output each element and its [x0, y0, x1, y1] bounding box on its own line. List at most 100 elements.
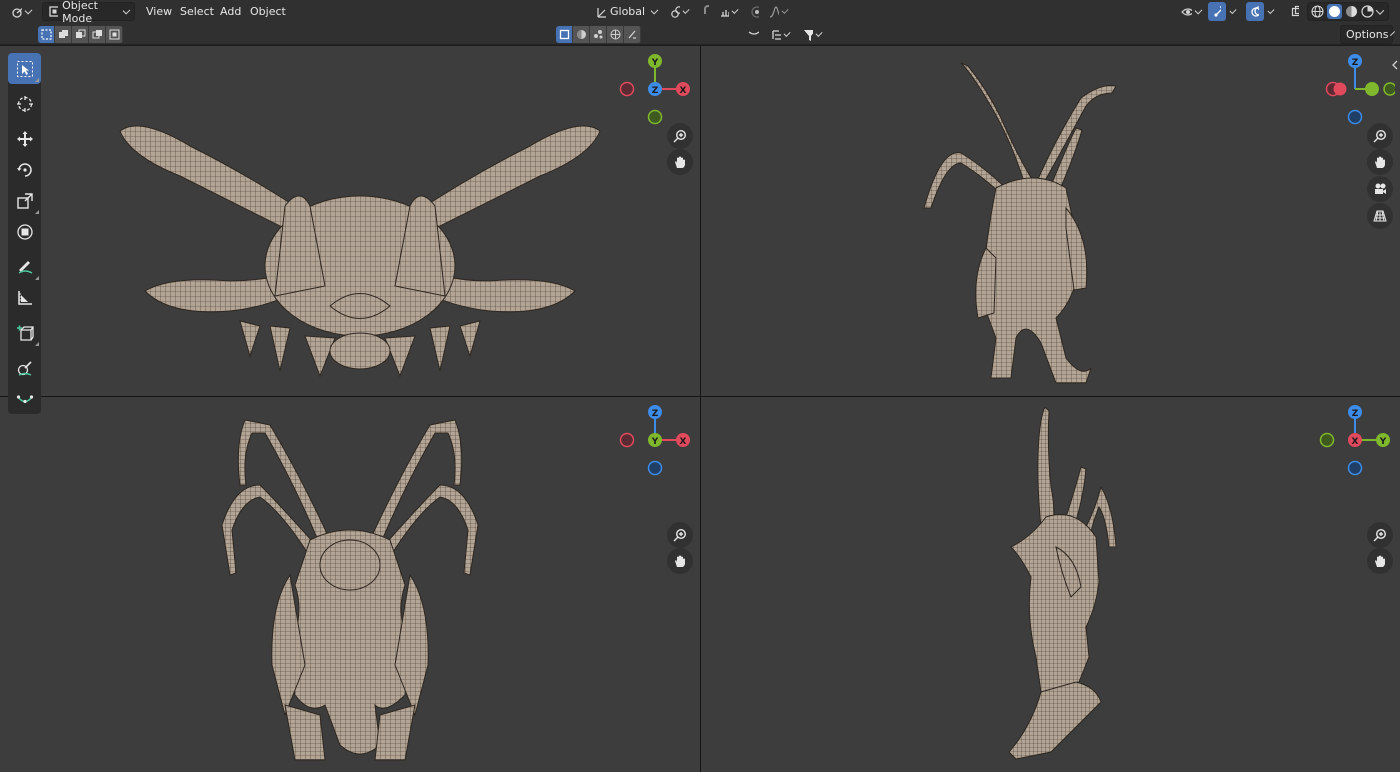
tool-cursor[interactable]: [8, 88, 41, 119]
viewport-front[interactable]: Z X Y: [0, 397, 700, 772]
sphere-icon[interactable]: [573, 26, 590, 43]
transform-orientation-dropdown[interactable]: Global: [590, 2, 662, 21]
tool-rotate[interactable]: [8, 154, 41, 185]
mode-dropdown[interactable]: Object Mode: [42, 0, 135, 25]
toggle-projection-button[interactable]: [1367, 203, 1393, 229]
filter-icon: [804, 29, 813, 41]
camera-icon: [1375, 183, 1386, 194]
pivot-point-dropdown[interactable]: [665, 2, 693, 21]
brush-stroke-icon[interactable]: [624, 26, 641, 43]
snap-target-dropdown[interactable]: [714, 2, 742, 21]
gizmo-neg-z-axis[interactable]: [647, 460, 663, 476]
world-icon[interactable]: [607, 26, 624, 43]
gizmo-neg-x-axis[interactable]: [619, 81, 635, 97]
menu-object[interactable]: Object: [245, 2, 291, 21]
gizmo-dropdown[interactable]: [1226, 2, 1240, 21]
pan-button[interactable]: [667, 149, 693, 175]
filter-dropdown[interactable]: [798, 25, 826, 44]
tool-transform[interactable]: [8, 216, 41, 247]
gizmo-z-label: Z: [1352, 58, 1359, 68]
object-mode-square-icon[interactable]: [556, 26, 573, 43]
camera-view-button[interactable]: [1367, 176, 1393, 202]
snap-toggle[interactable]: [696, 2, 714, 21]
tool-variants-indicator: [35, 342, 39, 346]
menu-select[interactable]: Select: [175, 2, 219, 21]
navigation-gizmo[interactable]: Z X Y: [615, 405, 695, 485]
proportional-falloff-dropdown[interactable]: [764, 2, 792, 21]
solid-shading-icon[interactable]: [1327, 4, 1342, 19]
add-cube-icon: [16, 325, 34, 341]
chevron-down-icon: [682, 6, 690, 14]
options-dropdown[interactable]: Options: [1340, 25, 1396, 44]
particles-icon[interactable]: [590, 26, 607, 43]
tool-curve[interactable]: [8, 383, 41, 414]
gizmo-x-label: X: [680, 86, 687, 96]
tool-scale[interactable]: [8, 185, 41, 216]
sort-dropdown[interactable]: [766, 25, 794, 44]
gizmo-y-axis[interactable]: [1365, 82, 1379, 96]
gizmo-x-axis[interactable]: [1333, 82, 1347, 96]
chevron-down-icon[interactable]: [1375, 5, 1385, 15]
gizmo-y-label: Y: [651, 58, 659, 68]
visibility-dropdown[interactable]: [1176, 2, 1206, 21]
overlays-toggle[interactable]: [1246, 2, 1264, 21]
viewport-right[interactable]: Z Y X: [701, 397, 1400, 772]
pan-button[interactable]: [667, 548, 693, 574]
gizmo-neg-y-axis[interactable]: [1383, 82, 1397, 96]
zoom-button[interactable]: [1367, 123, 1393, 149]
filter-popover-button[interactable]: [742, 25, 764, 44]
sidebar-expand-icon[interactable]: [1391, 60, 1399, 70]
zoom-in-icon: [1373, 129, 1387, 143]
overlays-dropdown[interactable]: [1264, 2, 1278, 21]
wireframe-shading-icon[interactable]: [1311, 5, 1324, 18]
select-intersect-icon[interactable]: [106, 26, 123, 43]
menu-view[interactable]: View: [141, 2, 177, 21]
tool-move[interactable]: [8, 123, 41, 154]
zoom-in-icon: [1373, 528, 1387, 542]
pan-button[interactable]: [1367, 548, 1393, 574]
select-extend-icon[interactable]: [55, 26, 72, 43]
gizmo-neg-y-axis[interactable]: [647, 109, 663, 125]
tool-select-box[interactable]: [8, 53, 41, 84]
zoom-button[interactable]: [667, 522, 693, 548]
navigation-gizmo[interactable]: Y X Z: [615, 54, 695, 134]
hand-icon: [1375, 555, 1385, 567]
chevron-down-icon: [650, 6, 659, 14]
tool-brush[interactable]: [8, 352, 41, 383]
gizmo-neg-y-axis[interactable]: [1319, 432, 1335, 448]
chevron-down-icon: [781, 6, 789, 14]
zoom-button[interactable]: [667, 123, 693, 149]
pivot-icon: [671, 5, 680, 18]
gizmo-neg-z-axis[interactable]: [1347, 460, 1363, 476]
viewport-top[interactable]: Y X Z: [0, 46, 700, 396]
chevron-down-icon: [1390, 30, 1396, 36]
editor-type-button[interactable]: [6, 2, 36, 21]
tool-measure[interactable]: [8, 282, 41, 313]
proportional-edit-toggle[interactable]: [746, 2, 764, 21]
menu-add[interactable]: Add: [215, 2, 246, 21]
tool-annotate[interactable]: [8, 251, 41, 282]
proportional-edit-icon: [751, 5, 759, 18]
gizmo-z-label: Z: [652, 86, 659, 96]
pan-button[interactable]: [1367, 149, 1393, 175]
curve-icon: [16, 394, 33, 403]
quad-view-area: Y X Z Z Z X Y Z Y X: [0, 46, 1400, 772]
zoom-button[interactable]: [1367, 522, 1393, 548]
select-subtract-icon[interactable]: [72, 26, 89, 43]
rendered-shading-icon[interactable]: [1361, 5, 1374, 18]
navigation-gizmo[interactable]: Z: [1315, 54, 1397, 134]
chevron-down-icon: [731, 6, 739, 14]
navigation-gizmo[interactable]: Z Y X: [1315, 405, 1395, 485]
material-preview-icon[interactable]: [1345, 5, 1358, 18]
overlays-icon: [1251, 6, 1259, 17]
xray-toggle[interactable]: [1286, 2, 1304, 21]
funnel-outline-icon: [748, 30, 759, 35]
select-new-icon[interactable]: [38, 26, 55, 43]
select-invert-icon[interactable]: [89, 26, 106, 43]
viewport-perspective[interactable]: Z: [701, 46, 1400, 396]
tool-add-cube[interactable]: [8, 317, 41, 348]
object-type-visibility-group: [556, 26, 641, 43]
gizmo-neg-x-axis[interactable]: [619, 432, 635, 448]
gizmo-neg-z-axis[interactable]: [1347, 109, 1363, 125]
gizmo-toggle[interactable]: [1208, 2, 1226, 21]
